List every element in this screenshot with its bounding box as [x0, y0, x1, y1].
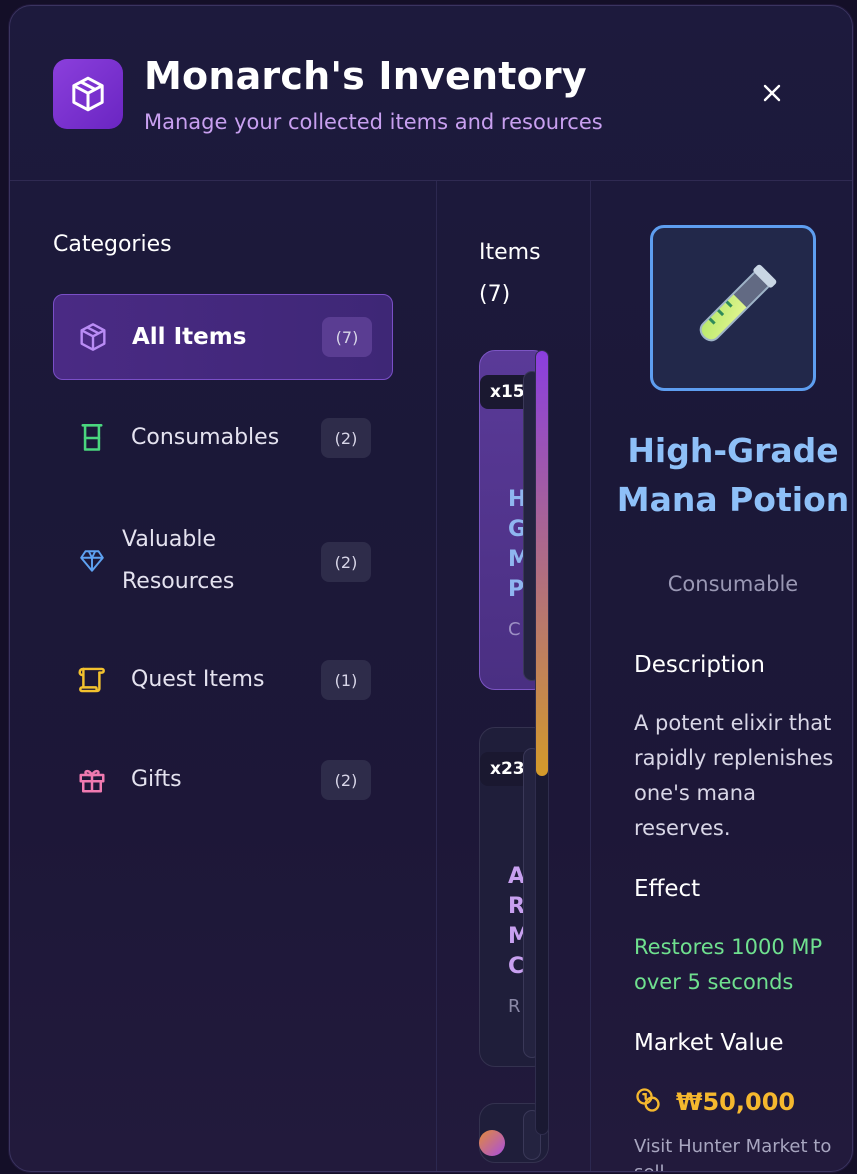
gift-icon	[75, 763, 109, 797]
test-tube-icon	[650, 225, 816, 391]
market-value: ₩50,000	[676, 1088, 796, 1116]
modal-header: Monarch's Inventory Manage your collecte…	[10, 6, 852, 181]
page-title: Monarch's Inventory	[144, 54, 587, 98]
description-heading: Description	[634, 652, 765, 678]
cube-icon	[53, 59, 123, 129]
category-quest-items[interactable]: Quest Items (1)	[53, 638, 393, 722]
category-all-items[interactable]: All Items (7)	[53, 294, 393, 380]
card-name-letter: P	[508, 577, 525, 602]
category-label: Consumables	[131, 425, 280, 450]
category-label: Quest Items	[131, 667, 265, 692]
category-count: (1)	[321, 660, 371, 700]
column-divider	[436, 181, 437, 1171]
cube-icon	[76, 320, 110, 354]
item-effect: Restores 1000 MP over 5 seconds	[634, 935, 823, 994]
inventory-modal: Monarch's Inventory Manage your collecte…	[9, 5, 853, 1172]
category-label: All Items	[132, 324, 247, 350]
scroll-handle[interactable]	[479, 1130, 505, 1156]
category-count: (7)	[322, 317, 372, 357]
effect-heading: Effect	[634, 876, 701, 902]
category-valuable-resources[interactable]: Valuable Resources (2)	[53, 511, 393, 611]
item-name: High-Grade Mana Potion	[616, 431, 850, 519]
coins-icon	[634, 1086, 662, 1118]
sell-note: Visit Hunter Market to sell	[634, 1136, 832, 1171]
item-description: A potent elixir that rapidly replenishes…	[634, 711, 834, 840]
card-type-letter: R	[508, 996, 521, 1017]
beaker-icon	[75, 421, 109, 455]
gem-icon	[75, 544, 109, 578]
category-count: (2)	[321, 542, 371, 582]
page-subtitle: Manage your collected items and resource…	[144, 110, 603, 134]
category-count: (2)	[321, 418, 371, 458]
item-type: Consumable	[667, 572, 799, 596]
column-divider	[590, 181, 591, 1171]
categories-heading: Categories	[53, 232, 172, 257]
items-heading: Items (7)	[479, 240, 541, 307]
category-label: Gifts	[131, 767, 182, 792]
scroll-icon	[75, 663, 109, 697]
market-value-row: ₩50,000	[634, 1086, 795, 1118]
category-consumables[interactable]: Consumables (2)	[53, 396, 393, 480]
category-count: (2)	[321, 760, 371, 800]
market-value-heading: Market Value	[634, 1030, 784, 1056]
card-type-letter: C	[508, 619, 521, 640]
items-scrollbar-thumb[interactable]	[536, 351, 548, 776]
category-label: Valuable Resources	[122, 527, 235, 594]
category-gifts[interactable]: Gifts (2)	[53, 738, 393, 822]
card-name-letter: C	[508, 954, 525, 979]
close-icon[interactable]	[755, 76, 789, 110]
